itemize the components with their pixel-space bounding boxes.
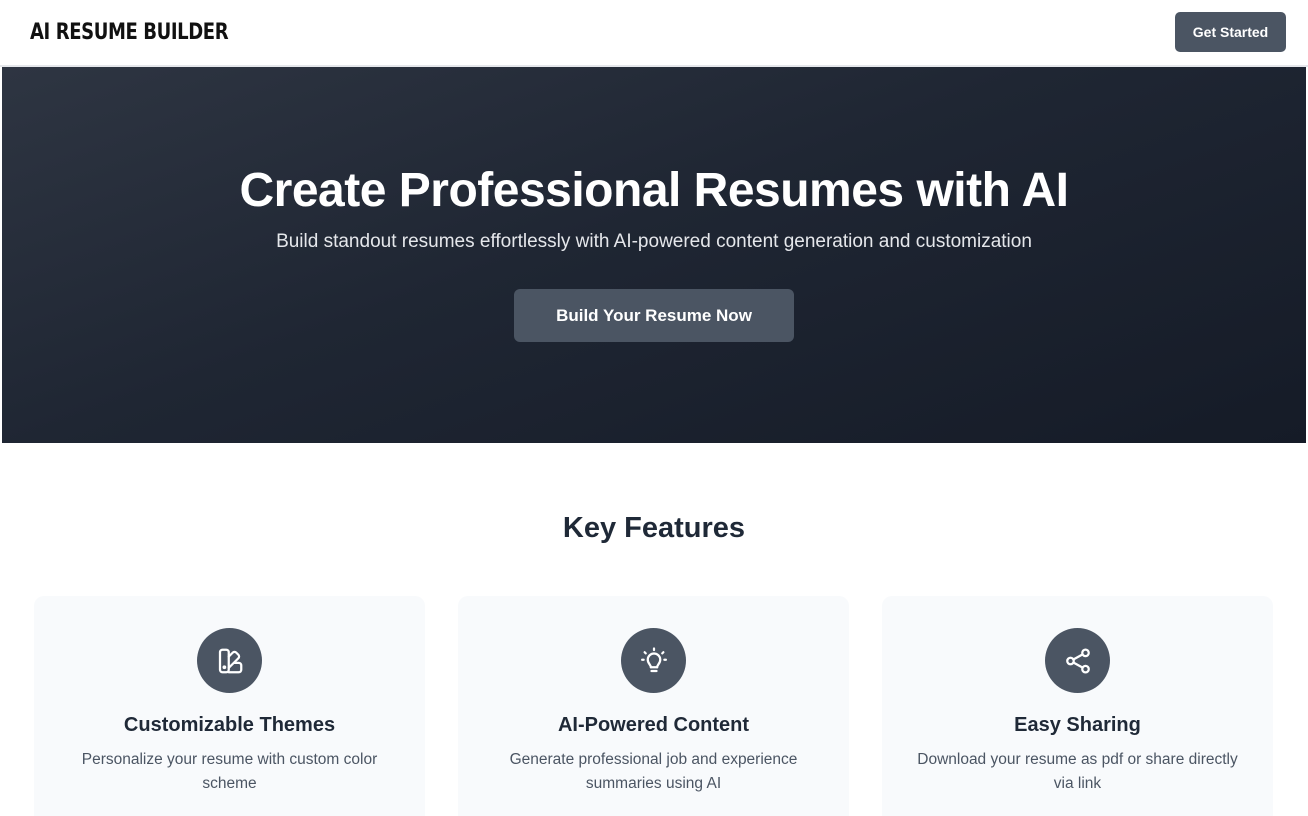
feature-title: AI-Powered Content [557,714,750,736]
hero-title: Create Professional Resumes with AI [239,164,1070,217]
feature-icon-badge [621,628,686,693]
hero-section: Create Professional Resumes with AI Buil… [2,67,1306,443]
feature-description: Personalize your resume with custom colo… [81,751,378,792]
feature-title: Easy Sharing [1014,714,1141,736]
features-heading: Key Features [562,512,746,544]
get-started-button[interactable]: Get Started [1175,11,1286,52]
feature-card-ai-content: AI-Powered Content Generate professional… [458,596,849,816]
feature-card-sharing: Easy Sharing Download your resume as pdf… [882,596,1273,816]
feature-icon-badge [1045,628,1110,693]
feature-icon-badge [197,628,262,693]
build-resume-button[interactable]: Build Your Resume Now [514,289,794,342]
lightbulb-icon [640,646,667,672]
top-navbar: AI RESUME BUILDER Get Started [0,0,1308,67]
feature-title: Customizable Themes [123,714,336,736]
feature-card-themes: Customizable Themes Personalize your res… [34,596,425,816]
feature-description: Generate professional job and experience… [509,751,798,792]
feature-description: Download your resume as pdf or share dir… [917,751,1238,792]
hero-subtitle: Build standout resumes effortlessly with… [276,231,1032,252]
palette-swatch-icon [218,648,242,673]
features-grid: Customizable Themes Personalize your res… [34,596,1273,816]
share-icon [1065,648,1090,673]
app-logo[interactable]: AI RESUME BUILDER [30,20,229,45]
page: AI RESUME BUILDER Get Started Create Pro… [0,0,1308,816]
